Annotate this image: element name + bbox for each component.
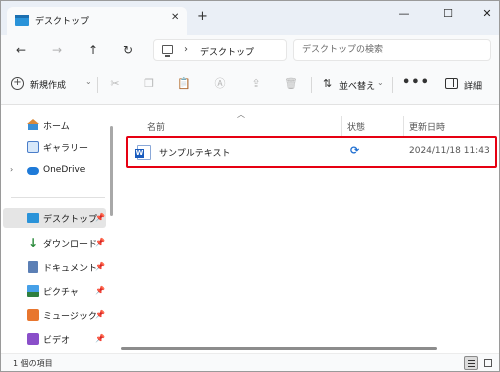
sidebar-item-label: ドキュメント — [43, 264, 98, 274]
pin-icon: 📌 — [95, 310, 105, 319]
desktop-icon — [27, 213, 39, 223]
address-row: ← → ↑ ↻ › デスクトップ — [1, 35, 499, 65]
chevron-right-icon[interactable]: › — [10, 165, 13, 174]
sidebar-item-onedrive[interactable]: › OneDrive — [1, 161, 109, 181]
pin-icon: 📌 — [95, 213, 105, 222]
column-header-modified[interactable]: 更新日時 — [409, 120, 445, 133]
tiles-view-button[interactable] — [481, 356, 495, 370]
tiles-view-icon — [484, 359, 492, 367]
sidebar-item-music[interactable]: ミュージック 📌 — [1, 305, 109, 325]
sidebar-scrollbar[interactable] — [110, 126, 113, 216]
toolbar-divider — [392, 77, 393, 93]
gallery-icon — [27, 141, 39, 153]
paste-icon: 📋 — [177, 77, 191, 90]
sort-button-label: 並べ替え — [339, 82, 376, 92]
breadcrumb-desktop[interactable]: デスクトップ — [200, 45, 254, 58]
pin-icon: 📌 — [95, 238, 105, 247]
tab-close-icon[interactable]: ✕ — [171, 12, 179, 23]
sidebar-item-home[interactable]: ホーム — [1, 115, 109, 135]
minimize-button[interactable]: — — [393, 5, 415, 23]
maximize-button[interactable]: ☐ — [437, 5, 459, 23]
music-icon — [27, 309, 39, 321]
delete-button[interactable]: 🗑 — [284, 77, 298, 91]
details-button-label: 詳細 — [464, 82, 483, 92]
sort-icon: ⇅ — [323, 77, 333, 90]
sidebar-item-label: デスクトップ — [43, 215, 98, 225]
column-divider[interactable] — [341, 116, 342, 136]
new-button-label: 新規作成 — [30, 81, 67, 91]
plus-circle-icon: + — [11, 77, 24, 90]
search-input[interactable] — [302, 43, 482, 57]
sidebar-item-label: ミュージック — [43, 312, 97, 322]
sidebar-item-desktop[interactable]: デスクトップ 📌 — [3, 208, 106, 228]
sidebar-divider — [11, 197, 105, 198]
refresh-button[interactable]: ↻ — [119, 41, 137, 59]
scissors-icon: ✂ — [110, 77, 120, 90]
highlight-box — [126, 136, 497, 168]
pin-icon: 📌 — [95, 334, 105, 343]
toolbar-divider — [311, 77, 312, 93]
sidebar-item-documents[interactable]: ドキュメント 📌 — [1, 257, 109, 277]
file-explorer-window: デスクトップ ✕ + — ☐ ✕ ← → ↑ ↻ › デスクトップ + 新規作成… — [0, 0, 500, 372]
sidebar-item-label: ホーム — [43, 122, 70, 132]
chevron-down-icon: ⌄ — [85, 77, 92, 86]
pin-icon: 📌 — [95, 286, 105, 295]
search-box[interactable] — [293, 39, 491, 61]
sidebar-item-pictures[interactable]: ピクチャ 📌 — [1, 281, 109, 301]
videos-icon — [27, 333, 39, 345]
home-icon — [27, 119, 39, 131]
tab-desktop[interactable]: デスクトップ ✕ — [7, 7, 187, 35]
details-view-button[interactable] — [464, 356, 478, 370]
sidebar-item-gallery[interactable]: ギャラリー — [1, 137, 109, 157]
up-button[interactable]: ↑ — [84, 41, 102, 59]
file-list: ︿ 名前 状態 更新日時 サンプルテキスト ⟳ 2024/11/18 11:43 — [119, 106, 499, 353]
copy-button[interactable]: ❐ — [142, 77, 156, 91]
toolbar-divider — [97, 77, 98, 93]
delete-icon: 🗑 — [284, 77, 298, 90]
pin-icon: 📌 — [95, 262, 105, 271]
sidebar-item-videos[interactable]: ビデオ 📌 — [1, 329, 109, 349]
sidebar-item-label: OneDrive — [43, 165, 86, 175]
cut-button[interactable]: ✂ — [108, 77, 122, 91]
navigation-pane: ホーム ギャラリー › OneDrive デスクトップ 📌 ↓ ダウンロード 📌… — [1, 106, 114, 353]
copy-icon: ❐ — [144, 77, 154, 90]
tab-title: デスクトップ — [35, 17, 90, 27]
title-bar: デスクトップ ✕ + — ☐ ✕ — [1, 1, 499, 35]
new-tab-button[interactable]: + — [197, 10, 208, 23]
documents-icon — [28, 261, 38, 273]
column-header-status[interactable]: 状態 — [347, 120, 365, 133]
chevron-down-icon: ⌄ — [377, 78, 384, 87]
more-options-button[interactable]: ••• — [402, 75, 430, 91]
share-button[interactable]: ⇪ — [249, 77, 263, 91]
horizontal-scrollbar[interactable] — [121, 347, 437, 350]
onedrive-icon — [27, 167, 39, 175]
pictures-icon — [27, 285, 39, 297]
chevron-right-icon[interactable]: › — [184, 44, 188, 55]
column-divider[interactable] — [403, 116, 404, 136]
column-header-name[interactable]: 名前 — [147, 120, 165, 133]
close-window-button[interactable]: ✕ — [476, 5, 498, 23]
sort-ascending-icon: ︿ — [237, 110, 245, 119]
list-view-icon — [468, 360, 475, 367]
details-pane-icon — [445, 78, 458, 89]
sidebar-item-label: ピクチャ — [43, 288, 79, 298]
monitor-icon — [162, 45, 173, 57]
item-count: 1 個の項目 — [13, 359, 53, 368]
share-icon: ⇪ — [251, 77, 261, 90]
sidebar-item-label: ビデオ — [43, 336, 71, 346]
back-button[interactable]: ← — [12, 41, 30, 59]
sidebar-item-label: ギャラリー — [43, 144, 89, 154]
download-icon: ↓ — [27, 236, 39, 250]
sidebar-item-label: ダウンロード — [43, 240, 98, 250]
sidebar-item-downloads[interactable]: ↓ ダウンロード 📌 — [1, 233, 109, 253]
rename-icon: Ⓐ — [214, 77, 226, 90]
rename-button[interactable]: Ⓐ — [213, 77, 227, 91]
address-bar[interactable]: › デスクトップ — [153, 39, 287, 61]
desktop-folder-icon — [15, 15, 29, 26]
command-bar: + 新規作成 ⌄ ✂ ❐ 📋 Ⓐ ⇪ 🗑 ⇅ 並べ替え ⌄ ••• 詳細 — [1, 65, 499, 105]
status-bar: 1 個の項目 — [1, 353, 499, 371]
paste-button[interactable]: 📋 — [177, 77, 191, 91]
forward-button[interactable]: → — [48, 41, 66, 59]
